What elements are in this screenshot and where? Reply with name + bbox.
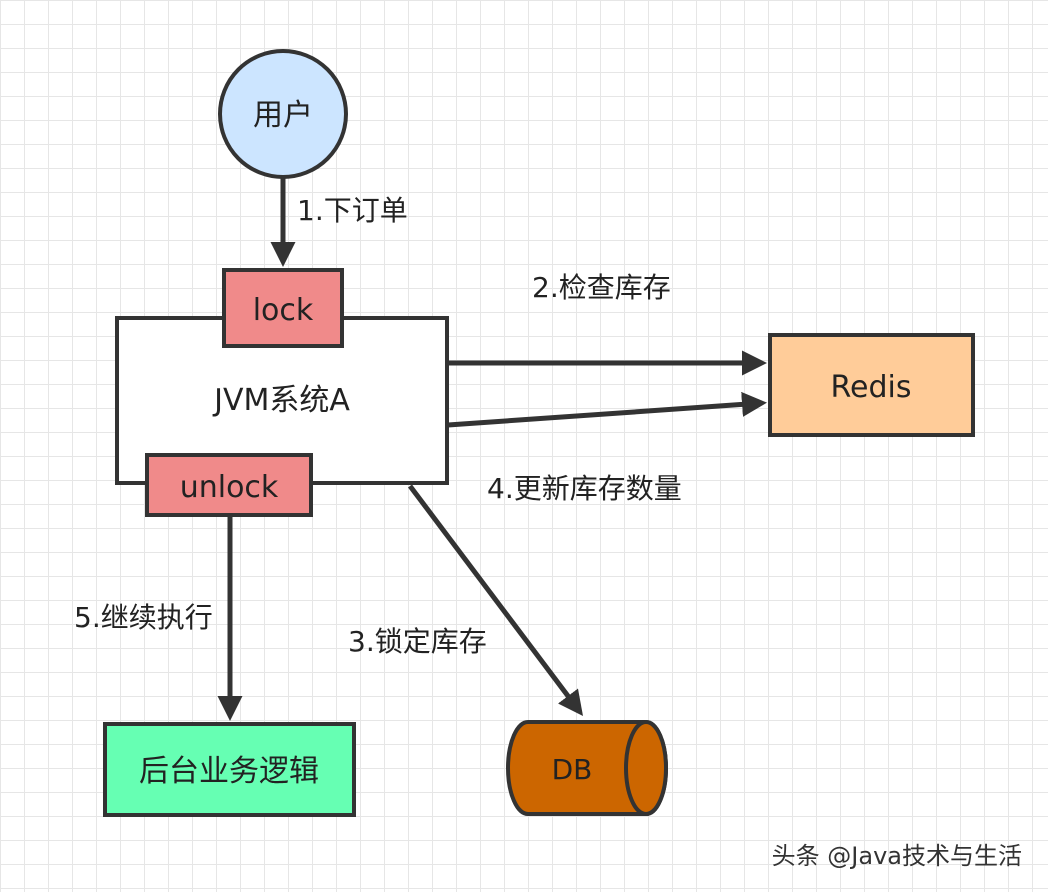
unlock-label: unlock	[180, 470, 279, 505]
user-label: 用户	[253, 98, 313, 133]
edge-jvm-to-db	[408, 484, 584, 716]
flow-diagram: JVM系统A lock unlock 用户 Redis DB 后台业务逻辑 1.…	[74, 49, 1022, 870]
diagram-canvas: JVM系统A lock unlock 用户 Redis DB 后台业务逻辑 1.…	[0, 0, 1048, 892]
edge-label-check-stock: 2.检查库存	[532, 271, 671, 304]
lock-label: lock	[253, 293, 314, 328]
db-label: DB	[552, 753, 593, 786]
edge-label-place-order: 1.下订单	[297, 194, 408, 227]
edge-jvm-to-redis-update	[447, 391, 767, 428]
edge-label-continue-exec: 5.继续执行	[74, 601, 213, 634]
backend-logic-label: 后台业务逻辑	[139, 754, 319, 789]
edge-label-update-stock: 4.更新库存数量	[487, 472, 682, 505]
edge-label-lock-stock: 3.锁定库存	[348, 625, 487, 658]
redis-label: Redis	[831, 370, 912, 405]
jvm-system-label: JVM系统A	[212, 383, 350, 418]
watermark: 头条 @Java技术与生活	[772, 842, 1022, 870]
